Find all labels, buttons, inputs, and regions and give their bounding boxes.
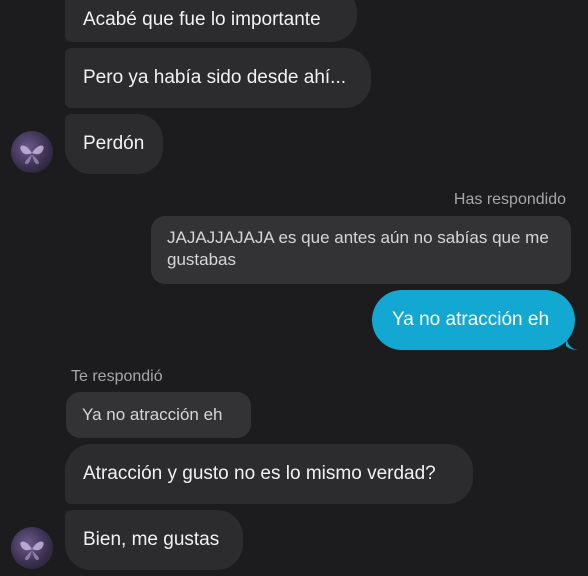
message-text: Bien, me gustas xyxy=(83,529,220,550)
butterfly-avatar-icon xyxy=(20,145,44,165)
quoted-message[interactable]: Ya no atracción eh xyxy=(66,392,251,438)
incoming-message[interactable]: Atracción y gusto no es lo mismo verdad? xyxy=(65,444,473,504)
quoted-text: JAJAJJAJAJA es que antes aún no sabías q… xyxy=(167,228,549,269)
message-text: Acabé que fue lo importante xyxy=(83,9,321,30)
contact-avatar[interactable] xyxy=(11,131,53,173)
quoted-text: Ya no atracción eh xyxy=(82,405,223,424)
reply-label: Has respondido xyxy=(453,191,566,208)
butterfly-avatar-icon xyxy=(20,541,44,561)
quoted-message[interactable]: JAJAJJAJAJA es que antes aún no sabías q… xyxy=(151,216,571,284)
message-text: Ya no atracción eh xyxy=(392,309,550,330)
outgoing-message[interactable]: Ya no atracción eh xyxy=(372,290,575,350)
message-text: Perdón xyxy=(83,133,145,154)
contact-avatar[interactable] xyxy=(11,527,53,569)
incoming-message[interactable]: Pero ya había sido desde ahí... xyxy=(65,48,371,108)
incoming-message[interactable]: Acabé que fue lo importante xyxy=(65,0,357,42)
incoming-message[interactable]: Bien, me gustas xyxy=(65,510,243,570)
incoming-message[interactable]: Perdón xyxy=(65,114,163,174)
message-text: Atracción y gusto no es lo mismo verdad? xyxy=(83,463,436,484)
reply-label: Te respondió xyxy=(71,368,163,385)
bubble-tail xyxy=(566,338,578,350)
message-text: Pero ya había sido desde ahí... xyxy=(83,67,347,88)
